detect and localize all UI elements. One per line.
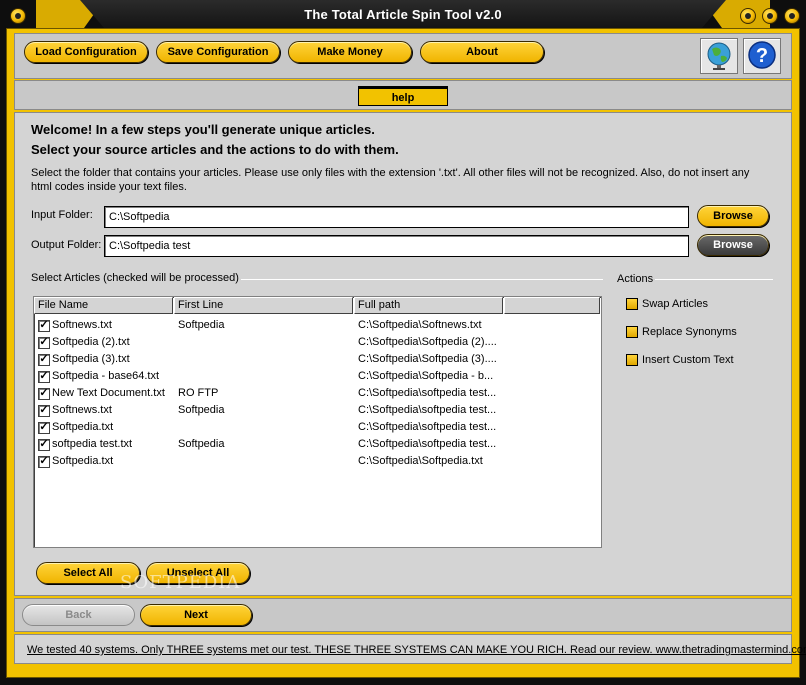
maximize-button[interactable] xyxy=(762,8,778,24)
insert-custom-text-label: Insert Custom Text xyxy=(642,354,734,366)
web-button[interactable] xyxy=(700,38,738,74)
minimize-button[interactable] xyxy=(740,8,756,24)
ad-link[interactable]: We tested 40 systems. Only THREE systems… xyxy=(27,644,806,656)
swap-articles-checkbox[interactable] xyxy=(626,298,638,310)
welcome-subheading: Select your source articles and the acti… xyxy=(31,142,399,157)
cell-full-path: C:\Softpedia\Softpedia - b... xyxy=(358,370,494,382)
row-checkbox[interactable]: ✓ xyxy=(38,320,50,332)
help-tab[interactable]: help xyxy=(358,86,448,106)
cell-full-path: C:\Softpedia\Softpedia.txt xyxy=(358,455,483,467)
actions-group-label: Actions xyxy=(617,273,656,285)
row-checkbox[interactable]: ✓ xyxy=(38,456,50,468)
input-folder-field[interactable]: C:\Softpedia xyxy=(104,206,689,228)
column-header-full-path[interactable]: Full path xyxy=(354,297,503,314)
instructions-text: Select the folder that contains your art… xyxy=(31,167,750,193)
row-checkbox[interactable]: ✓ xyxy=(38,422,50,434)
row-checkbox[interactable]: ✓ xyxy=(38,388,50,400)
cell-full-path: C:\Softpedia\softpedia test... xyxy=(358,421,497,433)
row-checkbox[interactable]: ✓ xyxy=(38,371,50,383)
insert-custom-text-checkbox[interactable] xyxy=(626,354,638,366)
table-row[interactable]: ✓ softpedia test.txt Softpedia C:\Softpedia… xyxy=(34,436,600,453)
table-row[interactable]: ✓ Softpedia - base64.txt C:\Softpedia\Soft… xyxy=(34,368,600,385)
make-money-button[interactable]: Make Money xyxy=(288,41,412,63)
replace-synonyms-checkbox[interactable] xyxy=(626,326,638,338)
cell-full-path: C:\Softpedia\Softpedia (2).... xyxy=(358,336,497,348)
output-folder-field[interactable]: C:\Softpedia test xyxy=(104,235,689,257)
row-checkbox[interactable]: ✓ xyxy=(38,439,50,451)
row-checkbox[interactable]: ✓ xyxy=(38,354,50,366)
window-title: The Total Article Spin Tool v2.0 xyxy=(304,7,502,22)
help-button[interactable]: ? xyxy=(743,38,781,74)
welcome-heading: Welcome! In a few steps you'll generate … xyxy=(31,122,375,137)
cell-full-path: C:\Softpedia\softpedia test... xyxy=(358,404,497,416)
replace-synonyms-label: Replace Synonyms xyxy=(642,326,737,338)
cell-first-line: Softpedia xyxy=(178,438,225,450)
cell-file-name: New Text Document.txt xyxy=(52,387,165,399)
cell-file-name: softpedia test.txt xyxy=(52,438,133,450)
table-row[interactable]: ✓ Softnews.txt Softpedia C:\Softpedia\softp… xyxy=(34,402,600,419)
output-folder-label: Output Folder: xyxy=(31,239,102,251)
cell-file-name: Softpedia.txt xyxy=(52,421,114,433)
save-configuration-button[interactable]: Save Configuration xyxy=(156,41,280,63)
input-folder-label: Input Folder: xyxy=(31,209,93,221)
close-button[interactable] xyxy=(784,8,800,24)
cell-file-name: Softpedia (2).txt xyxy=(52,336,130,348)
table-row[interactable]: ✓ New Text Document.txt RO FTP C:\Softpedia… xyxy=(34,385,600,402)
globe-icon xyxy=(707,42,731,70)
cell-full-path: C:\Softpedia\Softnews.txt xyxy=(358,319,482,331)
cell-first-line: Softpedia xyxy=(178,404,225,416)
column-header-first-line[interactable]: First Line xyxy=(174,297,353,314)
cell-file-name: Softpedia (3).txt xyxy=(52,353,130,365)
watermark: SOFTPEDIA xyxy=(120,572,241,593)
app-window: The Total Article Spin Tool v2.0 Load Co… xyxy=(0,0,806,685)
swap-articles-label: Swap Articles xyxy=(642,298,709,310)
input-browse-button[interactable]: Browse xyxy=(697,205,769,227)
articles-group-label: Select Articles (checked will be process… xyxy=(31,272,241,284)
table-row[interactable]: ✓ Softpedia.txt C:\Softpedia\Softpedia.txt xyxy=(34,453,600,470)
cell-full-path: C:\Softpedia\softpedia test... xyxy=(358,438,497,450)
table-row[interactable]: ✓ Softpedia (2).txt C:\Softpedia\Softpedia… xyxy=(34,334,600,351)
cell-file-name: Softpedia - base64.txt xyxy=(52,370,160,382)
table-row[interactable]: ✓ Softpedia.txt C:\Softpedia\softpedia tes… xyxy=(34,419,600,436)
svg-text:?: ? xyxy=(756,45,768,67)
question-icon: ? xyxy=(748,41,776,69)
column-header-file-name[interactable]: File Name xyxy=(34,297,173,314)
cell-full-path: C:\Softpedia\softpedia test... xyxy=(358,387,497,399)
output-browse-button[interactable]: Browse xyxy=(697,234,769,256)
table-row[interactable]: ✓ Softnews.txt Softpedia C:\Softpedia\Softn… xyxy=(34,317,600,334)
cell-first-line: Softpedia xyxy=(178,319,225,331)
cell-first-line: RO FTP xyxy=(178,387,219,399)
next-button[interactable]: Next xyxy=(140,604,252,626)
row-checkbox[interactable]: ✓ xyxy=(38,405,50,417)
load-configuration-button[interactable]: Load Configuration xyxy=(24,41,148,63)
back-button[interactable]: Back xyxy=(22,604,135,626)
cell-full-path: C:\Softpedia\Softpedia (3).... xyxy=(358,353,497,365)
column-header-empty xyxy=(504,297,600,314)
cell-file-name: Softnews.txt xyxy=(52,404,112,416)
cell-file-name: Softpedia.txt xyxy=(52,455,114,467)
row-checkbox[interactable]: ✓ xyxy=(38,337,50,349)
table-row[interactable]: ✓ Softpedia (3).txt C:\Softpedia\Softpedia… xyxy=(34,351,600,368)
cell-file-name: Softnews.txt xyxy=(52,319,112,331)
system-menu-button[interactable] xyxy=(10,8,26,24)
about-button[interactable]: About xyxy=(420,41,544,63)
